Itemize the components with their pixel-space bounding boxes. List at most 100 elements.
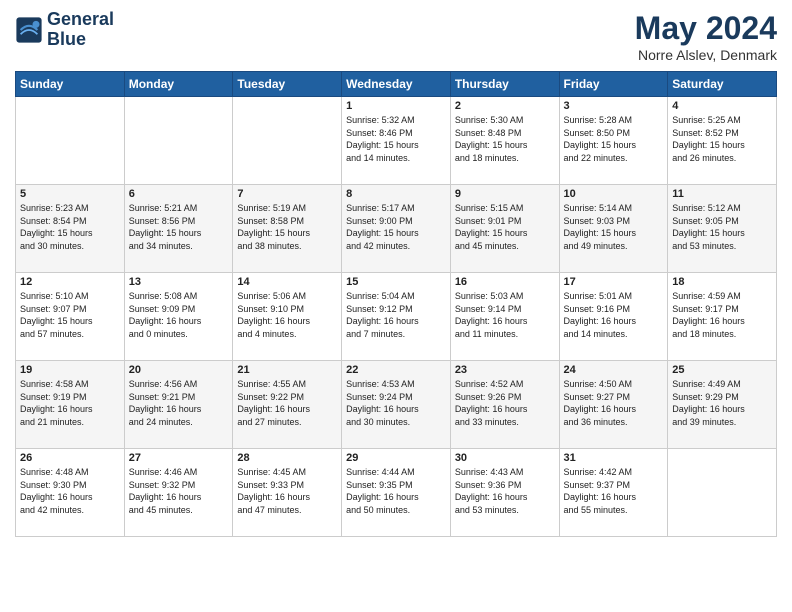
day-number: 27 xyxy=(129,452,229,464)
calendar-cell: 9Sunrise: 5:15 AM Sunset: 9:01 PM Daylig… xyxy=(450,185,559,273)
calendar-cell: 28 Sunrise: 4:45 AM Sunset: 9:33 PM Dayli… xyxy=(233,449,342,537)
calendar-cell: 25 Sunrise: 4:49 AM Sunset: 9:29 PM Dayli… xyxy=(668,361,777,449)
calendar-cell: 15 Sunrise: 5:04 AM Sunset: 9:12 PM Dayli… xyxy=(342,273,451,361)
day-number: 9 xyxy=(455,188,555,200)
title-block: May 2024 Norre Alslev, Denmark xyxy=(635,10,777,63)
day-number: 30 xyxy=(455,452,555,464)
calendar-cell: 24Sunrise: 4:50 AM Sunset: 9:27 PM Dayli… xyxy=(559,361,668,449)
calendar-cell: 26Sunrise: 4:48 AM Sunset: 9:30 PM Dayli… xyxy=(16,449,125,537)
logo-line1: General xyxy=(47,10,114,30)
calendar-cell: 29 Sunrise: 4:44 AM Sunset: 9:35 PM Dayli… xyxy=(342,449,451,537)
calendar-subtitle: Norre Alslev, Denmark xyxy=(635,47,777,63)
day-number: 19 xyxy=(20,364,120,376)
logo: General Blue xyxy=(15,10,114,50)
day-number: 4 xyxy=(672,100,772,112)
day-number: 8 xyxy=(346,188,446,200)
day-info: Sunrise: 5:04 AM Sunset: 9:12 PM Dayligh… xyxy=(346,290,446,340)
day-info: Sunrise: 5:32 AM Sunset: 8:46 PM Dayligh… xyxy=(346,114,446,164)
day-number: 2 xyxy=(455,100,555,112)
page-header: General Blue May 2024 Norre Alslev, Denm… xyxy=(15,10,777,63)
calendar-cell: 18 Sunrise: 4:59 AM Sunset: 9:17 PM Dayli… xyxy=(668,273,777,361)
calendar-body: 1 Sunrise: 5:32 AM Sunset: 8:46 PM Daylig… xyxy=(16,97,777,537)
logo-icon xyxy=(15,16,43,44)
week-row-5: 26Sunrise: 4:48 AM Sunset: 9:30 PM Dayli… xyxy=(16,449,777,537)
day-info: Sunrise: 5:25 AM Sunset: 8:52 PM Dayligh… xyxy=(672,114,772,164)
day-number: 7 xyxy=(237,188,337,200)
calendar-cell: 22Sunrise: 4:53 AM Sunset: 9:24 PM Dayli… xyxy=(342,361,451,449)
calendar-cell: 21Sunrise: 4:55 AM Sunset: 9:22 PM Dayli… xyxy=(233,361,342,449)
day-info: Sunrise: 5:06 AM Sunset: 9:10 PM Dayligh… xyxy=(237,290,337,340)
day-number: 31 xyxy=(564,452,664,464)
day-info: Sunrise: 4:50 AM Sunset: 9:27 PM Dayligh… xyxy=(564,378,664,428)
day-number: 5 xyxy=(20,188,120,200)
day-info: Sunrise: 5:03 AM Sunset: 9:14 PM Dayligh… xyxy=(455,290,555,340)
calendar-cell xyxy=(16,97,125,185)
day-number: 13 xyxy=(129,276,229,288)
day-number: 3 xyxy=(564,100,664,112)
day-number: 22 xyxy=(346,364,446,376)
day-number: 17 xyxy=(564,276,664,288)
calendar-cell xyxy=(668,449,777,537)
logo-line2: Blue xyxy=(47,30,114,50)
week-row-4: 19 Sunrise: 4:58 AM Sunset: 9:19 PM Dayli… xyxy=(16,361,777,449)
day-number: 16 xyxy=(455,276,555,288)
day-number: 29 xyxy=(346,452,446,464)
calendar-cell: 4 Sunrise: 5:25 AM Sunset: 8:52 PM Daylig… xyxy=(668,97,777,185)
calendar-cell: 30Sunrise: 4:43 AM Sunset: 9:36 PM Dayli… xyxy=(450,449,559,537)
day-info: Sunrise: 4:52 AM Sunset: 9:26 PM Dayligh… xyxy=(455,378,555,428)
calendar-cell: 3Sunrise: 5:28 AM Sunset: 8:50 PM Daylig… xyxy=(559,97,668,185)
calendar-cell: 1 Sunrise: 5:32 AM Sunset: 8:46 PM Daylig… xyxy=(342,97,451,185)
weekday-thursday: Thursday xyxy=(450,72,559,97)
calendar-cell: 12 Sunrise: 5:10 AM Sunset: 9:07 PM Dayli… xyxy=(16,273,125,361)
day-number: 12 xyxy=(20,276,120,288)
day-info: Sunrise: 4:44 AM Sunset: 9:35 PM Dayligh… xyxy=(346,466,446,516)
calendar-cell: 11Sunrise: 5:12 AM Sunset: 9:05 PM Dayli… xyxy=(668,185,777,273)
day-number: 28 xyxy=(237,452,337,464)
week-row-1: 1 Sunrise: 5:32 AM Sunset: 8:46 PM Daylig… xyxy=(16,97,777,185)
day-number: 15 xyxy=(346,276,446,288)
day-info: Sunrise: 5:21 AM Sunset: 8:56 PM Dayligh… xyxy=(129,202,229,252)
weekday-wednesday: Wednesday xyxy=(342,72,451,97)
day-info: Sunrise: 4:58 AM Sunset: 9:19 PM Dayligh… xyxy=(20,378,120,428)
day-number: 25 xyxy=(672,364,772,376)
calendar-cell: 13 Sunrise: 5:08 AM Sunset: 9:09 PM Dayli… xyxy=(124,273,233,361)
calendar-cell xyxy=(124,97,233,185)
day-number: 1 xyxy=(346,100,446,112)
day-info: Sunrise: 5:23 AM Sunset: 8:54 PM Dayligh… xyxy=(20,202,120,252)
calendar-title: May 2024 xyxy=(635,10,777,47)
day-info: Sunrise: 5:01 AM Sunset: 9:16 PM Dayligh… xyxy=(564,290,664,340)
day-info: Sunrise: 5:30 AM Sunset: 8:48 PM Dayligh… xyxy=(455,114,555,164)
day-info: Sunrise: 4:49 AM Sunset: 9:29 PM Dayligh… xyxy=(672,378,772,428)
calendar-cell: 31Sunrise: 4:42 AM Sunset: 9:37 PM Dayli… xyxy=(559,449,668,537)
day-info: Sunrise: 5:08 AM Sunset: 9:09 PM Dayligh… xyxy=(129,290,229,340)
day-number: 18 xyxy=(672,276,772,288)
day-info: Sunrise: 5:17 AM Sunset: 9:00 PM Dayligh… xyxy=(346,202,446,252)
weekday-saturday: Saturday xyxy=(668,72,777,97)
calendar-cell: 19 Sunrise: 4:58 AM Sunset: 9:19 PM Dayli… xyxy=(16,361,125,449)
day-info: Sunrise: 4:46 AM Sunset: 9:32 PM Dayligh… xyxy=(129,466,229,516)
day-number: 21 xyxy=(237,364,337,376)
day-info: Sunrise: 4:45 AM Sunset: 9:33 PM Dayligh… xyxy=(237,466,337,516)
weekday-header-row: SundayMondayTuesdayWednesdayThursdayFrid… xyxy=(16,72,777,97)
day-info: Sunrise: 5:12 AM Sunset: 9:05 PM Dayligh… xyxy=(672,202,772,252)
logo-text: General Blue xyxy=(47,10,114,50)
day-number: 10 xyxy=(564,188,664,200)
day-number: 26 xyxy=(20,452,120,464)
day-info: Sunrise: 4:59 AM Sunset: 9:17 PM Dayligh… xyxy=(672,290,772,340)
calendar-table: SundayMondayTuesdayWednesdayThursdayFrid… xyxy=(15,71,777,537)
day-info: Sunrise: 5:10 AM Sunset: 9:07 PM Dayligh… xyxy=(20,290,120,340)
calendar-cell: 6 Sunrise: 5:21 AM Sunset: 8:56 PM Daylig… xyxy=(124,185,233,273)
calendar-cell: 20Sunrise: 4:56 AM Sunset: 9:21 PM Dayli… xyxy=(124,361,233,449)
weekday-monday: Monday xyxy=(124,72,233,97)
calendar-cell: 27 Sunrise: 4:46 AM Sunset: 9:32 PM Dayli… xyxy=(124,449,233,537)
calendar-cell xyxy=(233,97,342,185)
calendar-cell: 2 Sunrise: 5:30 AM Sunset: 8:48 PM Daylig… xyxy=(450,97,559,185)
day-info: Sunrise: 5:14 AM Sunset: 9:03 PM Dayligh… xyxy=(564,202,664,252)
calendar-cell: 16 Sunrise: 5:03 AM Sunset: 9:14 PM Dayli… xyxy=(450,273,559,361)
calendar-cell: 17 Sunrise: 5:01 AM Sunset: 9:16 PM Dayli… xyxy=(559,273,668,361)
calendar-cell: 10 Sunrise: 5:14 AM Sunset: 9:03 PM Dayli… xyxy=(559,185,668,273)
day-info: Sunrise: 4:56 AM Sunset: 9:21 PM Dayligh… xyxy=(129,378,229,428)
calendar-cell: 23Sunrise: 4:52 AM Sunset: 9:26 PM Dayli… xyxy=(450,361,559,449)
day-info: Sunrise: 5:19 AM Sunset: 8:58 PM Dayligh… xyxy=(237,202,337,252)
day-number: 6 xyxy=(129,188,229,200)
